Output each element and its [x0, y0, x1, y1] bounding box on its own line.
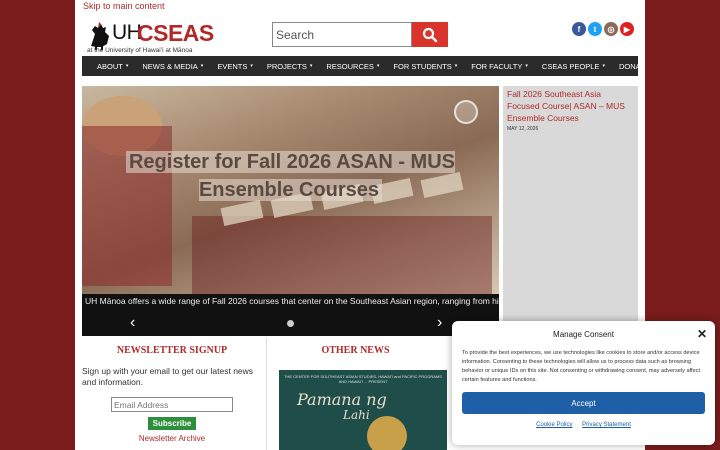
newsletter-archive-link[interactable]: Newsletter Archive	[82, 434, 262, 443]
nav-item-for-faculty[interactable]: FOR FACULTY ▾	[464, 62, 535, 71]
social-links: f t ◎ ▶	[572, 22, 634, 36]
slider-side-panel: Fall 2026 Southeast Asia Focused Course|…	[503, 86, 638, 336]
logo-cseas: CSEAS	[137, 20, 214, 46]
other-news-heading: OTHER NEWS	[321, 345, 390, 356]
slide-dot[interactable]	[287, 320, 294, 327]
caret-down-icon: ▾	[250, 63, 253, 69]
newsletter-text: Sign up with your email to get our lates…	[82, 366, 254, 387]
consent-dialog: Manage Consent ✕ To provide the best exp…	[452, 321, 715, 445]
search-bar	[272, 22, 448, 47]
search-input[interactable]	[272, 22, 412, 47]
consent-links: Cookie Policy Privacy Statement	[462, 422, 705, 428]
close-icon[interactable]: ✕	[697, 327, 707, 341]
nav-item-resources[interactable]: RESOURCES ▾	[319, 62, 386, 71]
side-panel-date: MAY 12, 2026	[507, 126, 539, 132]
skip-link[interactable]: Skip to main content	[83, 1, 165, 11]
slide-headline[interactable]: Register for Fall 2026 ASAN - MUS Ensemb…	[82, 148, 499, 204]
logo-tagline: at the University of Hawaiʻi at Mānoa	[87, 47, 193, 54]
caret-down-icon: ▾	[525, 63, 528, 69]
instagram-icon[interactable]: ◎	[604, 22, 618, 36]
nav-item-projects[interactable]: PROJECTS ▾	[260, 62, 320, 71]
news-image-header: THE CENTER FOR SOUTHEAST ASIAN STUDIES, …	[284, 374, 442, 384]
caret-down-icon: ▾	[125, 63, 129, 69]
caret-down-icon: ▾	[602, 63, 605, 69]
seal-icon	[454, 100, 478, 124]
news-image-title-2: Lahi	[343, 408, 370, 422]
cookie-policy-link[interactable]: Cookie Policy	[536, 422, 572, 428]
accept-button[interactable]: Accept	[462, 392, 705, 414]
site-logo[interactable]: UH CSEAS at the University of Hawaiʻi at…	[87, 20, 214, 56]
main-nav: ABOUT ▾ NEWS & MEDIA ▾ EVENTS ▾ PROJECTS ▾ R…	[82, 56, 645, 76]
side-panel-title[interactable]: Fall 2026 Southeast Asia Focused Course|…	[507, 88, 634, 124]
caret-down-icon: ▾	[454, 63, 458, 69]
search-icon	[422, 27, 438, 42]
slider-controls: ‹ ›	[82, 311, 499, 336]
youtube-icon[interactable]: ▶	[620, 22, 634, 36]
nav-item-for-students[interactable]: FOR STUDENTS ▾	[386, 62, 464, 71]
other-news-image[interactable]: THE CENTER FOR SOUTHEAST ASIAN STUDIES, …	[279, 370, 447, 450]
news-image-title-1: Pamana ng	[297, 390, 387, 409]
next-slide-icon[interactable]: ›	[437, 314, 442, 332]
consent-text: To provide the best experiences, we use …	[462, 350, 701, 383]
other-news-section: OTHER NEWS THE CENTER FOR SOUTHEAST ASIA…	[266, 338, 447, 450]
privacy-statement-link[interactable]: Privacy Statement	[582, 422, 631, 428]
consent-title: Manage Consent	[553, 330, 614, 339]
email-field[interactable]	[111, 397, 233, 412]
caret-down-icon: ▾	[200, 63, 204, 69]
news-image-figure	[367, 416, 407, 450]
caret-down-icon: ▾	[376, 63, 380, 69]
slide-caption[interactable]: UH Mānoa offers a wide range of Fall 202…	[82, 294, 499, 311]
search-button[interactable]	[412, 22, 448, 47]
rooster-icon	[91, 22, 109, 50]
nav-item-cseas-people[interactable]: CSEAS PEOPLE ▾	[535, 62, 612, 71]
newsletter-heading: NEWSLETTER SIGNUP	[116, 345, 228, 356]
nav-item-about[interactable]: ABOUT ▾	[90, 62, 135, 71]
twitter-icon[interactable]: t	[588, 22, 602, 36]
prev-slide-icon[interactable]: ‹	[130, 314, 135, 332]
nav-item-donate[interactable]: DONATE	[612, 62, 645, 71]
subscribe-button[interactable]: Subscribe	[147, 417, 197, 430]
nav-item-events[interactable]: EVENTS ▾	[210, 62, 260, 71]
featured-slider: Register for Fall 2026 ASAN - MUS Ensemb…	[82, 86, 499, 336]
facebook-icon[interactable]: f	[572, 22, 586, 36]
nav-item-news-media[interactable]: NEWS & MEDIA ▾	[135, 62, 210, 71]
newsletter-section: NEWSLETTER SIGNUP Sign up with your emai…	[82, 338, 262, 450]
caret-down-icon: ▾	[309, 63, 313, 69]
